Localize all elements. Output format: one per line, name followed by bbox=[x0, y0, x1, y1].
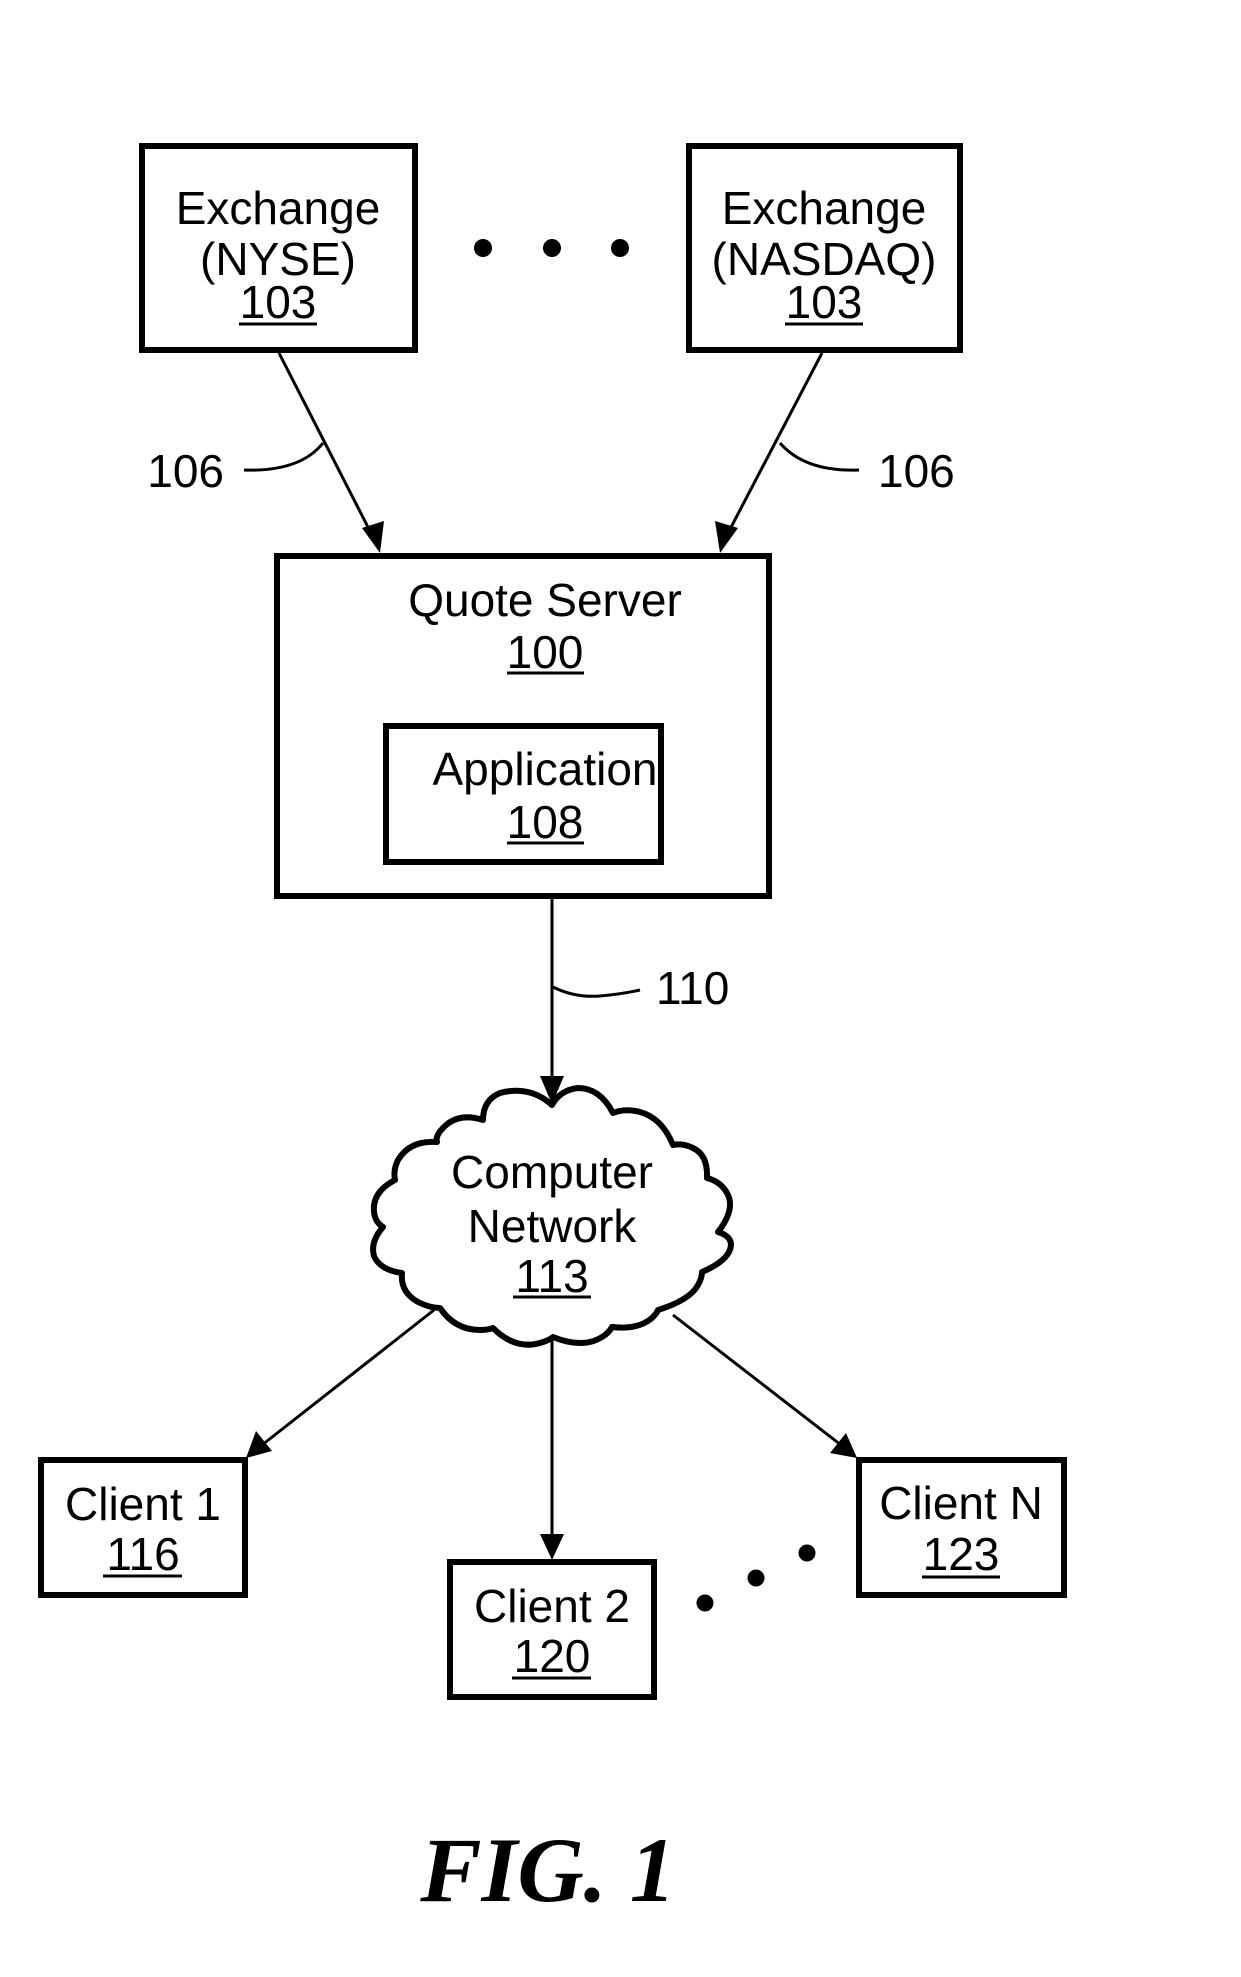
ellipsis-dot bbox=[474, 239, 492, 257]
patent-diagram: Exchange (NYSE) 103 Exchange (NASDAQ) 10… bbox=[38, 143, 1067, 1921]
connection-ref-110: 110 bbox=[656, 962, 729, 1014]
arrowhead-icon bbox=[715, 521, 738, 553]
exchange-nasdaq-node: Exchange (NASDAQ) 103 bbox=[686, 143, 963, 353]
ellipsis-dot bbox=[543, 239, 561, 257]
client-n-label: Client N bbox=[879, 1477, 1043, 1529]
connection-ref-106-left: 106 bbox=[147, 445, 224, 497]
exchanges-ellipsis bbox=[474, 239, 629, 257]
ellipsis-dot bbox=[611, 239, 629, 257]
exchange-nyse-ref: 103 bbox=[240, 276, 317, 328]
client-1-ref: 116 bbox=[106, 1528, 179, 1580]
connection-network-to-client-n bbox=[672, 1313, 857, 1458]
quote-server-node: Quote Server 100 Application 108 bbox=[274, 553, 772, 899]
client-n-node: Client N 123 bbox=[856, 1457, 1067, 1598]
client-n-ref: 123 bbox=[923, 1528, 1000, 1580]
client-2-node: Client 2 120 bbox=[447, 1559, 657, 1700]
connection-quote-server-to-network: 110 bbox=[540, 899, 729, 1104]
arrow-line bbox=[277, 352, 374, 536]
leader-line bbox=[243, 442, 325, 472]
client-1-label: Client 1 bbox=[65, 1478, 221, 1530]
ellipsis-dot bbox=[747, 1569, 765, 1587]
arrowhead-icon bbox=[540, 1534, 564, 1560]
ellipsis-dot bbox=[696, 1594, 714, 1612]
exchange-nyse-label-line1: Exchange bbox=[176, 182, 381, 234]
computer-network-node: Computer Network 113 bbox=[370, 1085, 734, 1348]
computer-network-label-line2: Network bbox=[468, 1200, 638, 1252]
arrowhead-icon bbox=[246, 1431, 272, 1458]
application-ref: 108 bbox=[507, 796, 584, 848]
client-2-ref: 120 bbox=[514, 1630, 591, 1682]
application-label: Application bbox=[432, 743, 657, 795]
figure-caption: FIG. 1 bbox=[419, 1819, 676, 1921]
exchange-nasdaq-ref: 103 bbox=[786, 276, 863, 328]
quote-server-label: Quote Server bbox=[408, 574, 682, 626]
connection-nasdaq-to-quote-server: 106 bbox=[715, 352, 955, 553]
arrow-line bbox=[672, 1313, 842, 1447]
clients-ellipsis bbox=[696, 1544, 816, 1612]
arrow-line bbox=[725, 352, 824, 536]
connection-nyse-to-quote-server: 106 bbox=[147, 352, 384, 553]
computer-network-ref: 113 bbox=[515, 1250, 588, 1302]
computer-network-label-line1: Computer bbox=[451, 1146, 653, 1198]
exchange-nyse-node: Exchange (NYSE) 103 bbox=[139, 143, 418, 353]
leader-line bbox=[778, 442, 860, 472]
connection-network-to-client-1 bbox=[246, 1308, 435, 1458]
arrowhead-icon bbox=[362, 521, 384, 553]
arrow-line bbox=[261, 1308, 435, 1447]
connection-network-to-client-2 bbox=[540, 1340, 564, 1560]
connection-ref-106-right: 106 bbox=[878, 445, 955, 497]
leader-line bbox=[552, 985, 641, 998]
client-2-label: Client 2 bbox=[474, 1580, 630, 1632]
application-node: Application 108 bbox=[383, 723, 664, 865]
arrowhead-icon bbox=[830, 1433, 857, 1458]
exchange-nasdaq-label-line1: Exchange bbox=[722, 182, 927, 234]
client-1-node: Client 1 116 bbox=[38, 1457, 248, 1598]
quote-server-ref: 100 bbox=[507, 626, 584, 678]
ellipsis-dot bbox=[798, 1544, 816, 1562]
